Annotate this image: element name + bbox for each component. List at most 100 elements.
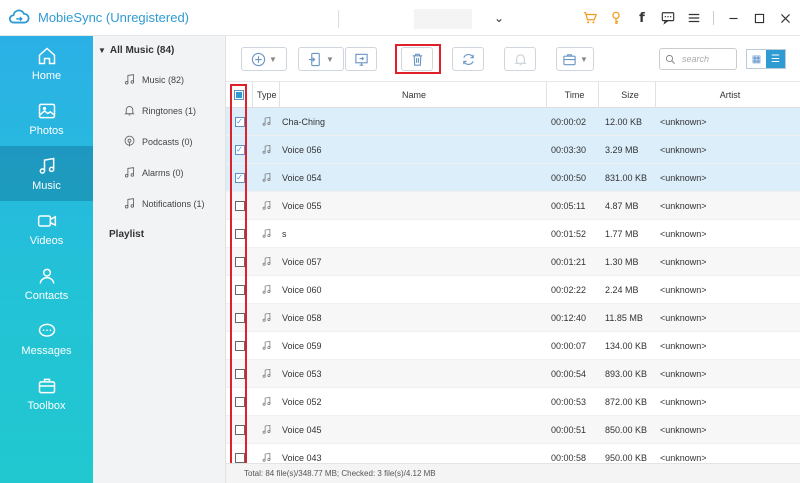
maximize-icon[interactable] [752,11,766,25]
table-row[interactable]: Voice 058 00:12:40 11.85 MB <unknown> [226,304,800,332]
export-to-device-icon [308,52,320,66]
toolbox-dropdown-button[interactable]: ▼ [556,47,594,71]
sidebar-item-home[interactable]: Home [0,36,93,91]
category-label: Ringtones (1) [142,105,197,116]
category-label: Podcasts (0) [142,136,193,147]
header-size[interactable]: Size [599,82,656,108]
row-name: Voice 058 [282,312,322,323]
export-to-device-button[interactable]: ▼ [298,47,344,71]
row-time: 00:01:21 [551,256,587,267]
row-name: Voice 043 [282,452,322,463]
table-row[interactable]: Voice 059 00:00:07 134.00 KB <unknown> [226,332,800,360]
category-alarms[interactable]: Alarms (0) [93,157,225,188]
row-time: 00:12:40 [551,312,587,323]
table-row[interactable]: Voice 045 00:00:51 850.00 KB <unknown> [226,416,800,444]
row-time: 00:00:53 [551,396,587,407]
music-icon [39,157,54,174]
header-name[interactable]: Name [280,82,547,108]
row-name: Voice 054 [282,172,322,183]
table-row[interactable]: Voice 060 00:02:22 2.24 MB <unknown> [226,276,800,304]
music-note-icon [253,312,280,323]
row-artist: <unknown> [660,340,707,351]
music-note-icon [253,368,280,379]
row-name: Voice 057 [282,256,322,267]
device-selector[interactable] [414,9,472,29]
triangle-down-icon: ▼ [98,45,106,55]
music-note-icon [253,256,280,267]
feedback-icon[interactable] [661,11,675,25]
table-row[interactable]: ✓ Voice 056 00:03:30 3.29 MB <unknown> [226,136,800,164]
row-artist: <unknown> [660,200,707,211]
row-name: Cha-Ching [282,116,326,127]
sidebar-item-contacts[interactable]: Contacts [0,256,93,311]
header-type[interactable]: Type [253,82,280,108]
contacts-icon [39,268,54,284]
category-podcasts[interactable]: Podcasts (0) [93,126,225,157]
sidebar-item-videos[interactable]: Videos [0,201,93,256]
search-input[interactable]: search [659,48,737,70]
minimize-icon[interactable] [726,11,740,25]
status-bar: Total: 84 file(s)/348.77 MB; Checked: 3 … [226,463,800,483]
table-body: ✓ Cha-Ching 00:00:02 12.00 KB <unknown> ✓ Voic… [226,108,800,463]
menu-icon[interactable] [687,11,701,25]
table-row[interactable]: Voice 053 00:00:54 893.00 KB <unknown> [226,360,800,388]
home-icon [38,46,55,64]
row-size: 2.24 MB [605,284,639,295]
add-button[interactable]: ▼ [241,47,287,71]
category-label: Notifications (1) [142,198,205,209]
close-icon[interactable] [778,11,792,25]
row-name: Voice 053 [282,368,322,379]
category-header-label: All Music (84) [109,44,175,56]
export-to-pc-icon [354,53,368,66]
sidebar-item-label: Photos [29,124,64,137]
table-row[interactable]: s 00:01:52 1.77 MB <unknown> [226,220,800,248]
category-playlist[interactable]: Playlist [93,219,225,250]
header-artist[interactable]: Artist [656,82,800,108]
sidebar-item-photos[interactable]: Photos [0,91,93,146]
category-label: Alarms (0) [142,167,184,178]
key-icon[interactable] [609,11,623,25]
row-artist: <unknown> [660,312,707,323]
sync-button[interactable] [452,47,484,71]
sidebar-item-messages[interactable]: Messages [0,311,93,366]
sidebar-item-label: Contacts [24,289,69,302]
category-music[interactable]: Music (82) [93,64,225,95]
music-note-icon [253,396,280,407]
sidebar-item-label: Videos [29,234,64,247]
facebook-icon[interactable]: f [635,11,649,26]
music-note-icon [253,172,280,183]
search-icon [665,54,675,64]
list-view-icon[interactable]: ☰ [766,50,785,68]
sidebar-item-music[interactable]: Music [0,146,93,201]
chevron-down-icon[interactable]: ⌄ [494,11,504,25]
table-row[interactable]: ✓ Voice 054 00:00:50 831.00 KB <unknown> [226,164,800,192]
row-time: 00:02:22 [551,284,587,295]
ringtone-icon [513,53,527,65]
table-row[interactable]: Voice 057 00:01:21 1.30 MB <unknown> [226,248,800,276]
ringtone-button[interactable] [504,47,536,71]
sidebar-item-toolbox[interactable]: Toolbox [0,366,93,421]
grid-view-icon[interactable]: ▦ [747,50,766,68]
music-note-icon [124,74,135,85]
row-artist: <unknown> [660,116,707,127]
table-row[interactable]: Voice 043 00:00:58 950.00 KB <unknown> [226,444,800,463]
category-notifications[interactable]: Notifications (1) [93,188,225,219]
chevron-down-icon: ▼ [269,54,277,64]
table-row[interactable]: ✓ Cha-Ching 00:00:02 12.00 KB <unknown> [226,108,800,136]
table-row[interactable]: Voice 055 00:05:11 4.87 MB <unknown> [226,192,800,220]
photos-icon [38,103,55,118]
cart-icon[interactable] [583,11,597,25]
row-artist: <unknown> [660,228,707,239]
export-to-pc-button[interactable] [345,47,377,71]
search-placeholder: search [682,54,710,64]
header-time[interactable]: Time [547,82,599,108]
category-ringtones[interactable]: Ringtones (1) [93,95,225,126]
row-artist: <unknown> [660,396,707,407]
app-title: MobieSync (Unregistered) [38,10,190,25]
notification-icon [124,198,135,209]
music-note-icon [253,200,280,211]
category-all-music[interactable]: ▼ All Music (84) [93,36,225,64]
table-row[interactable]: Voice 052 00:00:53 872.00 KB <unknown> [226,388,800,416]
row-size: 3.29 MB [605,144,639,155]
music-note-icon [253,424,280,435]
